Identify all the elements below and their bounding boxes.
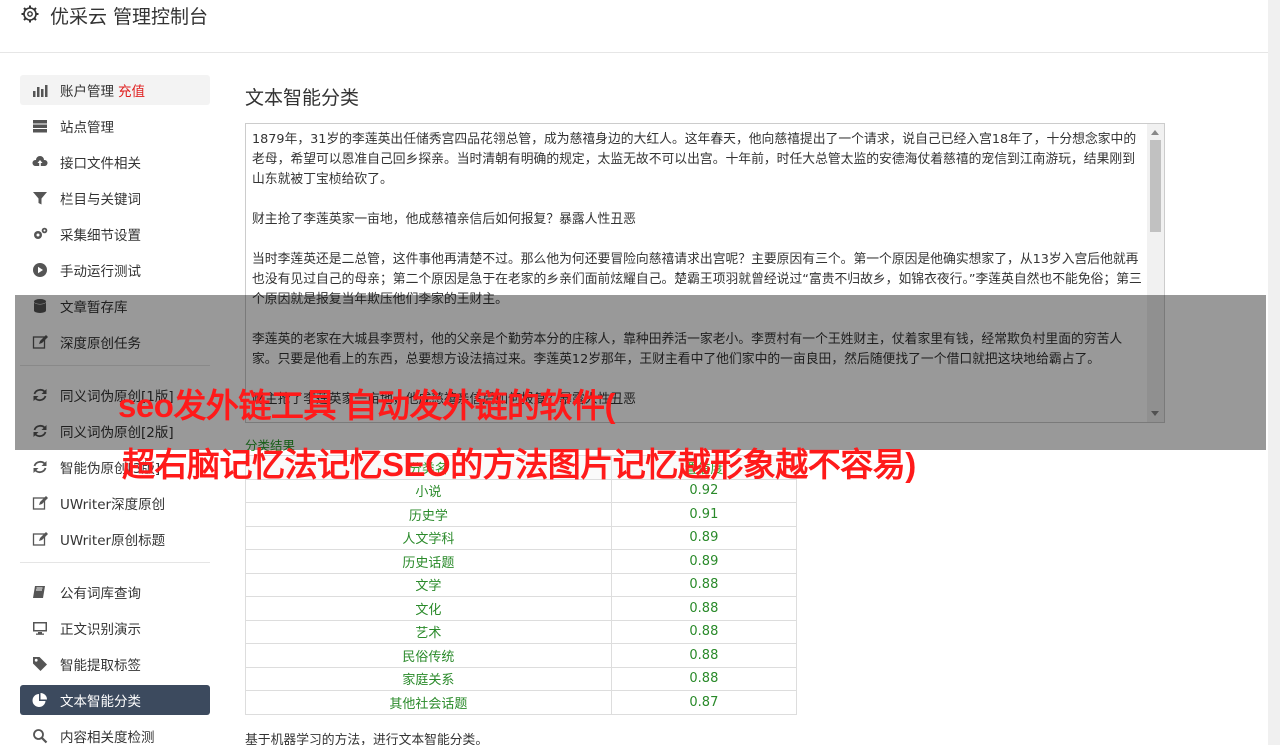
sidebar-item-label: 文本智能分类: [60, 694, 141, 710]
edit-icon: [32, 496, 48, 510]
top-header: 优采云 管理控制台: [0, 0, 1268, 53]
overlay-title-line-1: seo发外链工具 自动发外链的软件(: [118, 387, 616, 424]
sidebar-item-label: 栏目与关键词: [60, 192, 141, 208]
page-scrollbar[interactable]: [1268, 0, 1280, 745]
search-icon: [33, 729, 48, 744]
sidebar-item[interactable]: 内容相关度检测: [20, 721, 210, 745]
table-row: 历史话题 0.89: [245, 549, 798, 574]
text-paragraph: 1879年，31岁的李莲英出任储秀宫四品花翎总管，成为慈禧身边的大红人。这年春天…: [252, 132, 1137, 187]
sidebar-item-label: 站点管理: [60, 120, 114, 136]
filter-icon: [33, 192, 47, 205]
category-cell: 文学: [245, 572, 612, 597]
sidebar-item[interactable]: UWriter深度原创: [20, 488, 210, 518]
category-cell: 艺术: [245, 619, 612, 644]
recharge-link[interactable]: 充值: [118, 80, 145, 100]
confidence-cell: 0.89: [610, 549, 798, 574]
sidebar-item[interactable]: UWriter原创标题: [20, 524, 210, 554]
sidebar-item[interactable]: 栏目与关键词: [20, 183, 210, 213]
confidence-cell: 0.87: [610, 690, 798, 715]
category-cell: 民俗传统: [245, 643, 612, 668]
table-row: 历史学 0.91: [245, 502, 798, 527]
sidebar-item[interactable]: 文本智能分类: [20, 685, 210, 715]
server-icon: [33, 120, 47, 133]
sidebar-item[interactable]: 手动运行测试: [20, 255, 210, 285]
category-cell: 历史话题: [245, 549, 612, 574]
text-paragraph: 财主抢了李莲英家一亩地，他成慈禧亲信后如何报复？暴露人性丑恶: [252, 212, 636, 227]
confidence-cell: 0.89: [610, 525, 798, 550]
pie-chart-icon: [32, 693, 47, 707]
table-row: 人文学科 0.89: [245, 525, 798, 550]
category-cell: 历史学: [245, 502, 612, 527]
confidence-cell: 0.91: [610, 502, 798, 527]
sidebar-item-label: 接口文件相关: [60, 156, 141, 172]
confidence-cell: 0.88: [610, 666, 798, 691]
page-title: 文本智能分类: [245, 87, 360, 109]
table-row: 其他社会话题 0.87: [245, 690, 798, 715]
confidence-cell: 0.88: [610, 572, 798, 597]
sidebar-item-label: 采集细节设置: [60, 228, 141, 244]
sidebar-item[interactable]: 正文识别演示: [20, 613, 210, 643]
sidebar-item[interactable]: 采集细节设置: [20, 219, 210, 249]
bar-chart-icon: [33, 85, 48, 97]
confidence-cell: 0.88: [610, 619, 798, 644]
book-icon: [33, 586, 45, 598]
category-cell: 文化: [245, 596, 612, 621]
category-cell: 其他社会话题: [245, 690, 612, 715]
app-title: 优采云 管理控制台: [50, 6, 209, 28]
sidebar-item-label: 智能提取标签: [60, 658, 141, 674]
play-circle-icon: [33, 263, 47, 277]
table-row: 家庭关系 0.88: [245, 666, 798, 691]
sidebar-item-label: 手动运行测试: [60, 264, 141, 280]
refresh-icon: [33, 460, 47, 474]
table-row: 文学 0.88: [245, 572, 798, 597]
confidence-cell: 0.88: [610, 596, 798, 621]
sidebar-item[interactable]: 接口文件相关: [20, 147, 210, 177]
table-row: 文化 0.88: [245, 596, 798, 621]
result-table: 分类名 置信度 小说 0.92 历史学 0.91 人文学科 0.89 历史话题 0.89 文学 0…: [245, 455, 798, 715]
sidebar-divider: [20, 562, 210, 563]
sidebar-item-label: 正文识别演示: [60, 622, 141, 638]
sidebar-item[interactable]: 账户管理 充值: [20, 75, 210, 105]
tag-icon: [33, 657, 47, 671]
confidence-cell: 0.88: [610, 643, 798, 668]
sidebar-item-label: UWriter原创标题: [60, 533, 166, 549]
table-row: 民俗传统 0.88: [245, 643, 798, 668]
overlay-title-line-2: 超右脑记忆法记忆SEO的方法图片记忆越形象越不容易): [122, 446, 916, 483]
category-cell: 家庭关系: [245, 666, 612, 691]
sidebar-item[interactable]: 公有词库查询: [20, 577, 210, 607]
sidebar-item[interactable]: 智能提取标签: [20, 649, 210, 679]
gears-icon: [34, 227, 48, 239]
table-row: 艺术 0.88: [245, 619, 798, 644]
sidebar-item[interactable]: 站点管理: [20, 111, 210, 141]
page: 优采云 管理控制台 账户管理 充值站点管理接口文件相关 栏目与关键词 采集细节设置 手动…: [0, 0, 1280, 745]
sidebar-item-label: 账户管理: [60, 84, 114, 100]
scroll-up-icon[interactable]: [1151, 130, 1159, 135]
gear-icon[interactable]: [20, 4, 40, 24]
monitor-icon: [33, 622, 47, 635]
description-note: 基于机器学习的方法，进行文本智能分类。: [245, 732, 489, 745]
sidebar-item-label: 公有词库查询: [60, 586, 141, 602]
sidebar-item-label: 内容相关度检测: [60, 730, 155, 745]
edit-icon: [32, 532, 48, 546]
cloud-upload-icon: [32, 156, 48, 166]
scroll-thumb[interactable]: [1150, 140, 1161, 232]
category-cell: 人文学科: [245, 525, 612, 550]
sidebar-item-label: UWriter深度原创: [60, 497, 166, 513]
